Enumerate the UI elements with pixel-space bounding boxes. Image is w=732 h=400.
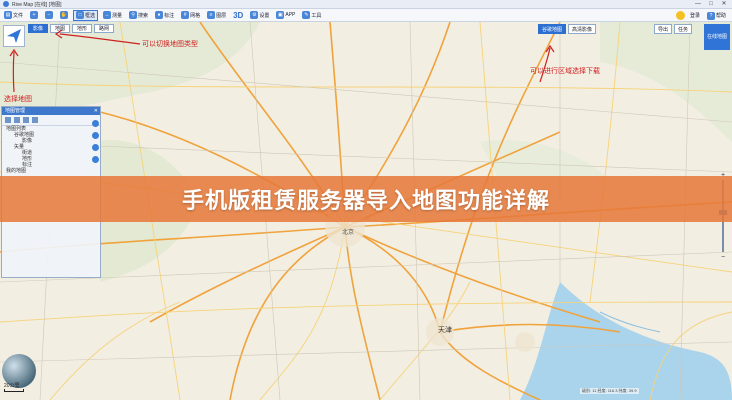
window-title: Rive Map [在线] [地图]	[12, 1, 62, 8]
status-bar: 级别: 11 经度: 116.3 纬度: 39.9	[580, 388, 639, 394]
marker-icon[interactable]	[92, 144, 99, 151]
toolbar-right: 登录 ? 帮助	[675, 10, 728, 21]
app-icon	[3, 1, 9, 7]
map-source-buttons: 谷歌地图 高清影像	[538, 24, 597, 34]
city-label-beijing: 北京	[342, 230, 355, 236]
maximize-button[interactable]: □	[705, 0, 717, 8]
minimize-button[interactable]: —	[692, 0, 704, 8]
task-button[interactable]: 任务	[673, 24, 692, 34]
measure-button[interactable]: ↔ 测量	[101, 10, 124, 21]
save-icon[interactable]	[14, 117, 20, 123]
grid-icon: #	[181, 11, 190, 19]
side-tool-icons	[92, 120, 99, 163]
title-bar: Rive Map [在线] [地图] — □ ✕	[0, 0, 732, 9]
tool-button[interactable]: ✎ 工具	[300, 10, 323, 21]
tab-satellite[interactable]: 影像	[28, 24, 49, 33]
paper-plane-icon	[7, 29, 21, 43]
hand-icon: ✋	[60, 11, 69, 19]
grid-button[interactable]: # 网格	[179, 10, 202, 21]
hd-imagery-button[interactable]: 高清影像	[568, 24, 597, 34]
help-icon: ?	[706, 11, 715, 20]
delete-icon[interactable]	[23, 117, 29, 123]
zoom-minus-icon[interactable]: −	[718, 254, 728, 262]
tool-icon: ✎	[302, 11, 311, 19]
gear-icon: ⚙	[250, 11, 259, 19]
folder-icon: ▤	[4, 11, 12, 19]
google-map-button[interactable]: 谷歌地图	[538, 24, 567, 34]
pan-button[interactable]: ✋	[58, 10, 70, 21]
close-button[interactable]: ✕	[718, 0, 730, 8]
banner-title: 手机版租赁服务器导入地图功能详解	[181, 189, 550, 214]
info-icon[interactable]	[92, 156, 99, 163]
select-icon: □	[76, 11, 85, 19]
annotation-select-map: 选择地图	[4, 95, 32, 103]
annotation-region-download: 可以进行区域选择下载	[530, 67, 600, 75]
pin-button[interactable]: ● 标注	[153, 10, 176, 21]
app-button[interactable]: ▣ APP	[274, 10, 297, 21]
search-icon[interactable]	[32, 117, 38, 123]
window-controls: — □ ✕	[692, 0, 730, 8]
pin-icon: ●	[155, 11, 164, 19]
export-button[interactable]: 导出	[653, 24, 672, 34]
layer-button[interactable]: ≡ 图层	[205, 10, 228, 21]
annotation-map-type: 可以切换地图类型	[142, 40, 198, 48]
login-button[interactable]: 登录	[688, 10, 702, 21]
3d-button[interactable]: 3D	[231, 10, 245, 21]
tab-map[interactable]: 地图	[50, 24, 71, 33]
select-button[interactable]: □ 框选	[73, 9, 99, 21]
3d-icon: 3D	[233, 10, 244, 20]
settings-button[interactable]: ⚙ 设置	[248, 10, 271, 21]
online-map-button[interactable]: 在线地图	[704, 24, 730, 50]
app-icon: ▣	[276, 11, 285, 19]
panel-close-icon[interactable]: ✕	[94, 107, 98, 115]
add-icon[interactable]	[5, 117, 11, 123]
tab-terrain[interactable]: 地形	[72, 24, 93, 33]
map-type-tabs: 影像 地图 地形 路网	[28, 24, 115, 33]
zoom-in-icon: +	[30, 11, 39, 19]
zoom-out-button[interactable]: −	[43, 10, 55, 21]
map-tree: 地图列表 谷歌地图 影像 矢量 街道 地形 标注 我的地图	[2, 126, 100, 174]
help-button[interactable]: ? 帮助	[705, 10, 728, 21]
main-toolbar: ▤ 文件 + − ✋ □ 框选 ↔ 测量 ⚲ 搜索 ● 标注 # 网格 ≡ 图层 3D ⚙ 设置…	[0, 9, 732, 22]
search-button[interactable]: ⚲ 搜索	[127, 10, 150, 21]
title-banner: 手机版租赁服务器导入地图功能详解	[0, 176, 732, 222]
file-button[interactable]: ▤ 文件	[2, 10, 25, 21]
tab-roads[interactable]: 路网	[94, 24, 115, 33]
city-label-tianjin: 天津	[438, 327, 452, 334]
user-avatar-icon[interactable]	[675, 11, 685, 20]
navigation-button[interactable]	[3, 25, 25, 47]
layer-icon: ≡	[207, 11, 216, 19]
zoom-out-icon: −	[45, 11, 54, 19]
measure-icon: ↔	[103, 11, 112, 19]
panel-header: 地图管理 ✕	[2, 107, 100, 115]
locate-icon[interactable]	[92, 120, 99, 127]
zoom-in-button[interactable]: +	[28, 10, 40, 21]
search-icon: ⚲	[129, 11, 138, 19]
tree-item[interactable]: 我的地图	[2, 168, 100, 174]
scale-bar: 20公里	[4, 382, 24, 392]
route-icon[interactable]	[92, 132, 99, 139]
task-buttons: 导出 任务	[653, 24, 692, 34]
panel-toolbar	[2, 115, 100, 126]
